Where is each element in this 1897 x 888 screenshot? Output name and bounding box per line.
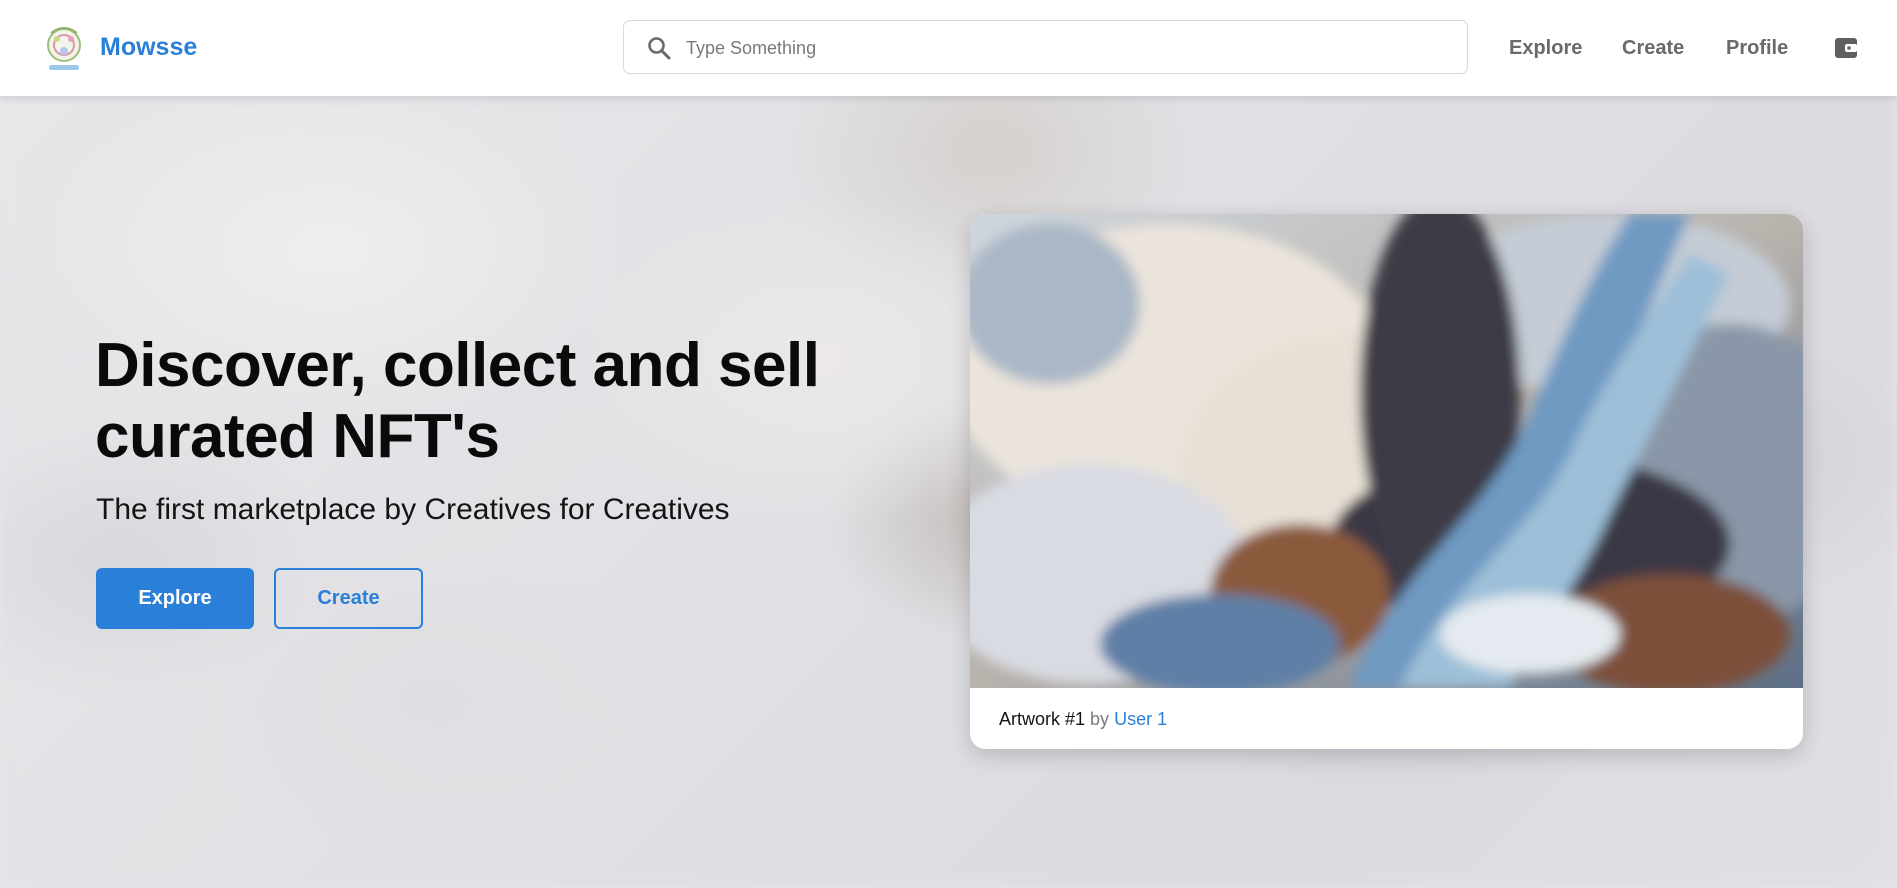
explore-button[interactable]: Explore (96, 568, 254, 629)
search-input[interactable] (684, 21, 1448, 75)
artwork-caption: Artwork #1 by User 1 (999, 708, 1167, 730)
artwork-title[interactable]: Artwork #1 (999, 709, 1085, 729)
artwork-by-label: by (1090, 709, 1110, 729)
artwork-image[interactable] (970, 214, 1803, 688)
nav-profile-link[interactable]: Profile (1726, 34, 1788, 62)
featured-artwork-card[interactable]: Artwork #1 by User 1 (970, 214, 1803, 749)
create-button[interactable]: Create (274, 568, 423, 629)
mowsse-logo-icon[interactable] (43, 21, 85, 73)
brand-name[interactable]: Mowsse (100, 31, 197, 63)
top-navbar: Mowsse Explore Create Profile (0, 0, 1897, 96)
search-icon (646, 35, 672, 61)
hero-subtitle: The first marketplace by Creatives for C… (96, 493, 730, 526)
nav-explore-link[interactable]: Explore (1509, 34, 1582, 62)
nav-create-link[interactable]: Create (1622, 34, 1684, 62)
wallet-icon[interactable] (1833, 35, 1859, 61)
hero-title: Discover, collect and sell curated NFT's (95, 331, 820, 471)
search-bar (623, 20, 1468, 75)
artwork-user-link[interactable]: User 1 (1114, 709, 1167, 729)
artwork-caption-bar: Artwork #1 by User 1 (970, 688, 1803, 749)
